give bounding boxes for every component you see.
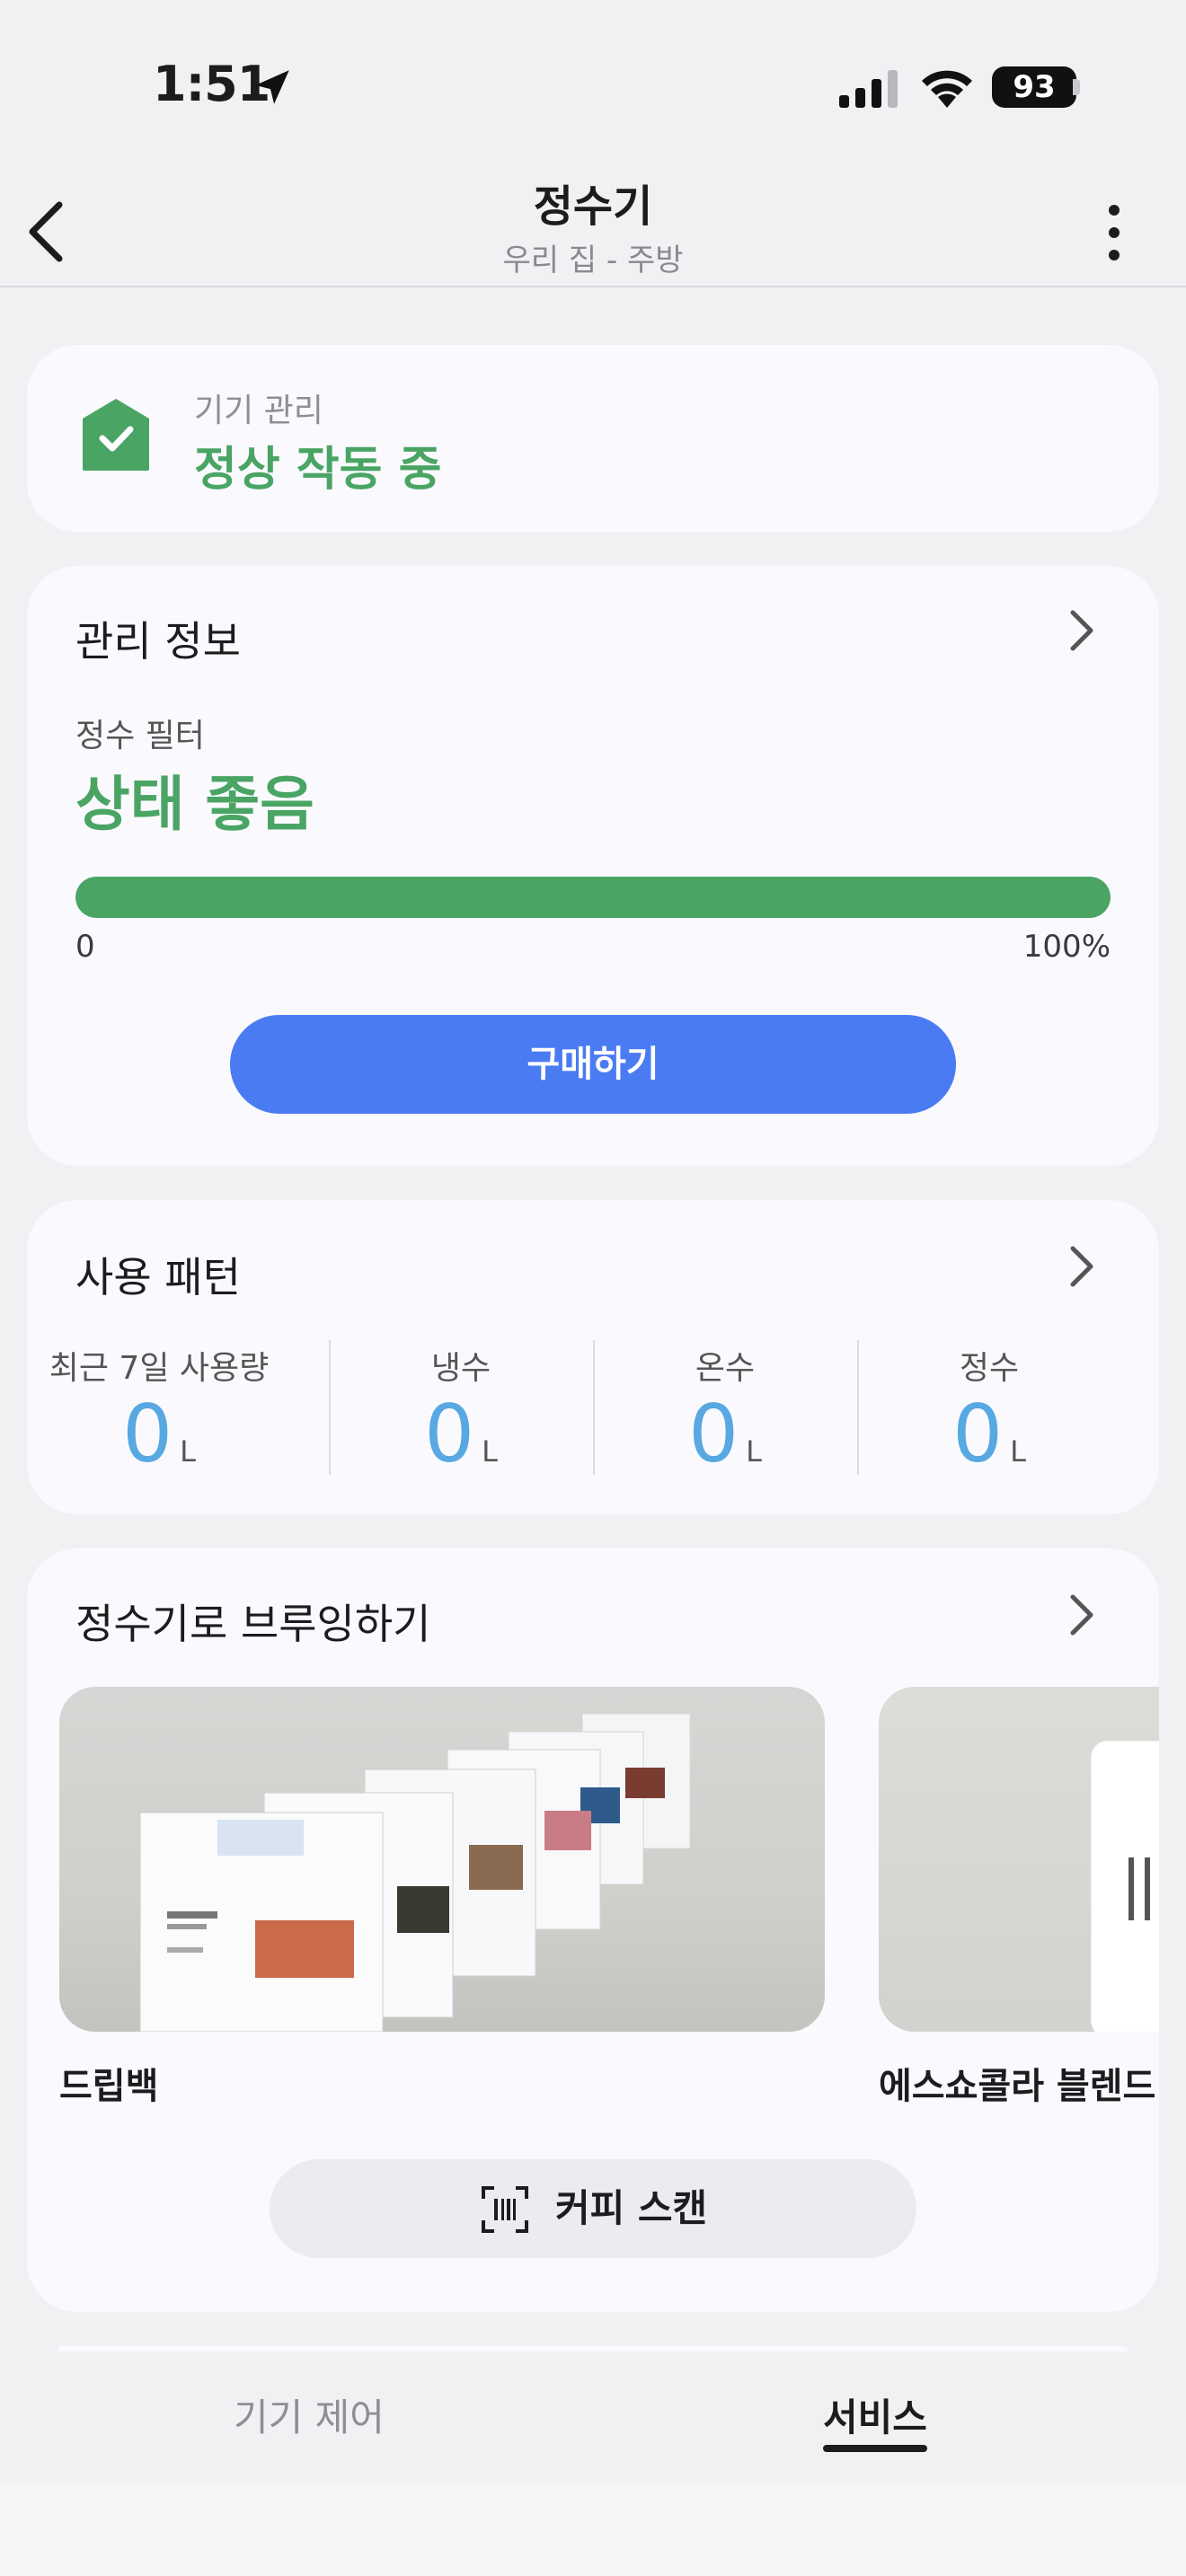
- filter-status: 상태 좋음: [75, 770, 314, 839]
- device-label: 기기 관리: [194, 393, 323, 429]
- stat-value: 0: [122, 1388, 173, 1480]
- coffee-bag-illustration: [1090, 1740, 1159, 2032]
- wifi-icon: [922, 70, 972, 108]
- chevron-right-icon[interactable]: [1064, 1239, 1100, 1293]
- brew-item-name[interactable]: 드립백: [59, 2057, 158, 2109]
- brewing-title: 정수기로 브루잉하기: [75, 1600, 431, 1648]
- progress-max-label: 100%: [1022, 929, 1111, 965]
- chevron-right-icon[interactable]: [1064, 1588, 1100, 1642]
- stat-purified-water: 정수 0L: [857, 1342, 1121, 1477]
- management-title: 관리 정보: [75, 617, 241, 666]
- battery-tip: [1073, 79, 1080, 95]
- brewing-card: 정수기로 브루잉하기 드립백 에스쇼콜라 블렌드 커피 스캔: [27, 1548, 1159, 2312]
- stat-weekly-usage: 최근 7일 사용량 0L: [27, 1342, 291, 1477]
- filter-label: 정수 필터: [75, 718, 205, 754]
- buy-button[interactable]: 구매하기: [230, 1015, 956, 1114]
- bottom-tab-bar: 기기 제어 서비스: [0, 2351, 1186, 2483]
- device-status-card[interactable]: 기기 관리 정상 작동 중: [27, 345, 1159, 532]
- battery-indicator: 93: [992, 66, 1076, 108]
- tab-device-control[interactable]: 기기 제어: [234, 2387, 385, 2442]
- stat-value: 0: [952, 1388, 1004, 1480]
- coffee-scan-label: 커피 스캔: [555, 2186, 708, 2230]
- stat-unit: L: [746, 1434, 762, 1469]
- page-subtitle: 우리 집 - 주방: [502, 243, 684, 278]
- cellular-signal-icon: [839, 70, 898, 108]
- stat-value: 0: [688, 1388, 739, 1480]
- chevron-right-icon[interactable]: [1064, 604, 1100, 657]
- drip-bag-image[interactable]: [59, 1687, 825, 2032]
- status-bar: 1:51 93: [0, 0, 1186, 171]
- stat-label: 냉수: [430, 1350, 491, 1387]
- stat-cold-water: 냉수 0L: [329, 1342, 593, 1477]
- management-info-card: 관리 정보 정수 필터 상태 좋음 0 100% 구매하기: [27, 566, 1159, 1166]
- usage-pattern-card: 사용 패턴 최근 7일 사용량 0L 냉수 0L 온수 0L 정수 0L: [27, 1200, 1159, 1514]
- header: 정수기 우리 집 - 주방: [0, 171, 1186, 286]
- drip-bag-boxes-illustration: [139, 1713, 691, 2032]
- more-options-icon[interactable]: [1098, 201, 1130, 264]
- stat-hot-water: 온수 0L: [593, 1342, 857, 1477]
- device-status: 정상 작동 중: [194, 443, 442, 497]
- active-tab-indicator: [823, 2445, 927, 2452]
- brew-item-name[interactable]: 에스쇼콜라 블렌드: [879, 2057, 1155, 2109]
- stat-label: 최근 7일 사용량: [49, 1350, 270, 1387]
- stat-label: 온수: [695, 1350, 756, 1387]
- stat-unit: L: [1010, 1434, 1026, 1469]
- tab-service[interactable]: 서비스: [823, 2387, 927, 2442]
- espresso-blend-image[interactable]: [879, 1687, 1159, 2032]
- coffee-scan-button[interactable]: 커피 스캔: [270, 2159, 916, 2258]
- page-title: 정수기: [533, 181, 653, 232]
- home-indicator-area: [0, 2483, 1186, 2576]
- location-arrow-icon: [255, 70, 289, 104]
- stat-unit: L: [482, 1434, 498, 1469]
- stat-unit: L: [180, 1434, 196, 1469]
- barcode-scan-icon: [482, 2186, 528, 2233]
- stat-value: 0: [424, 1388, 475, 1480]
- header-divider: [0, 286, 1186, 287]
- filter-progress-bar: [75, 877, 1111, 918]
- progress-min-label: 0: [75, 929, 95, 965]
- filter-progress-fill: [75, 877, 1111, 918]
- home-check-icon: [83, 399, 149, 471]
- stat-label: 정수: [959, 1350, 1020, 1387]
- usage-title: 사용 패턴: [75, 1253, 241, 1301]
